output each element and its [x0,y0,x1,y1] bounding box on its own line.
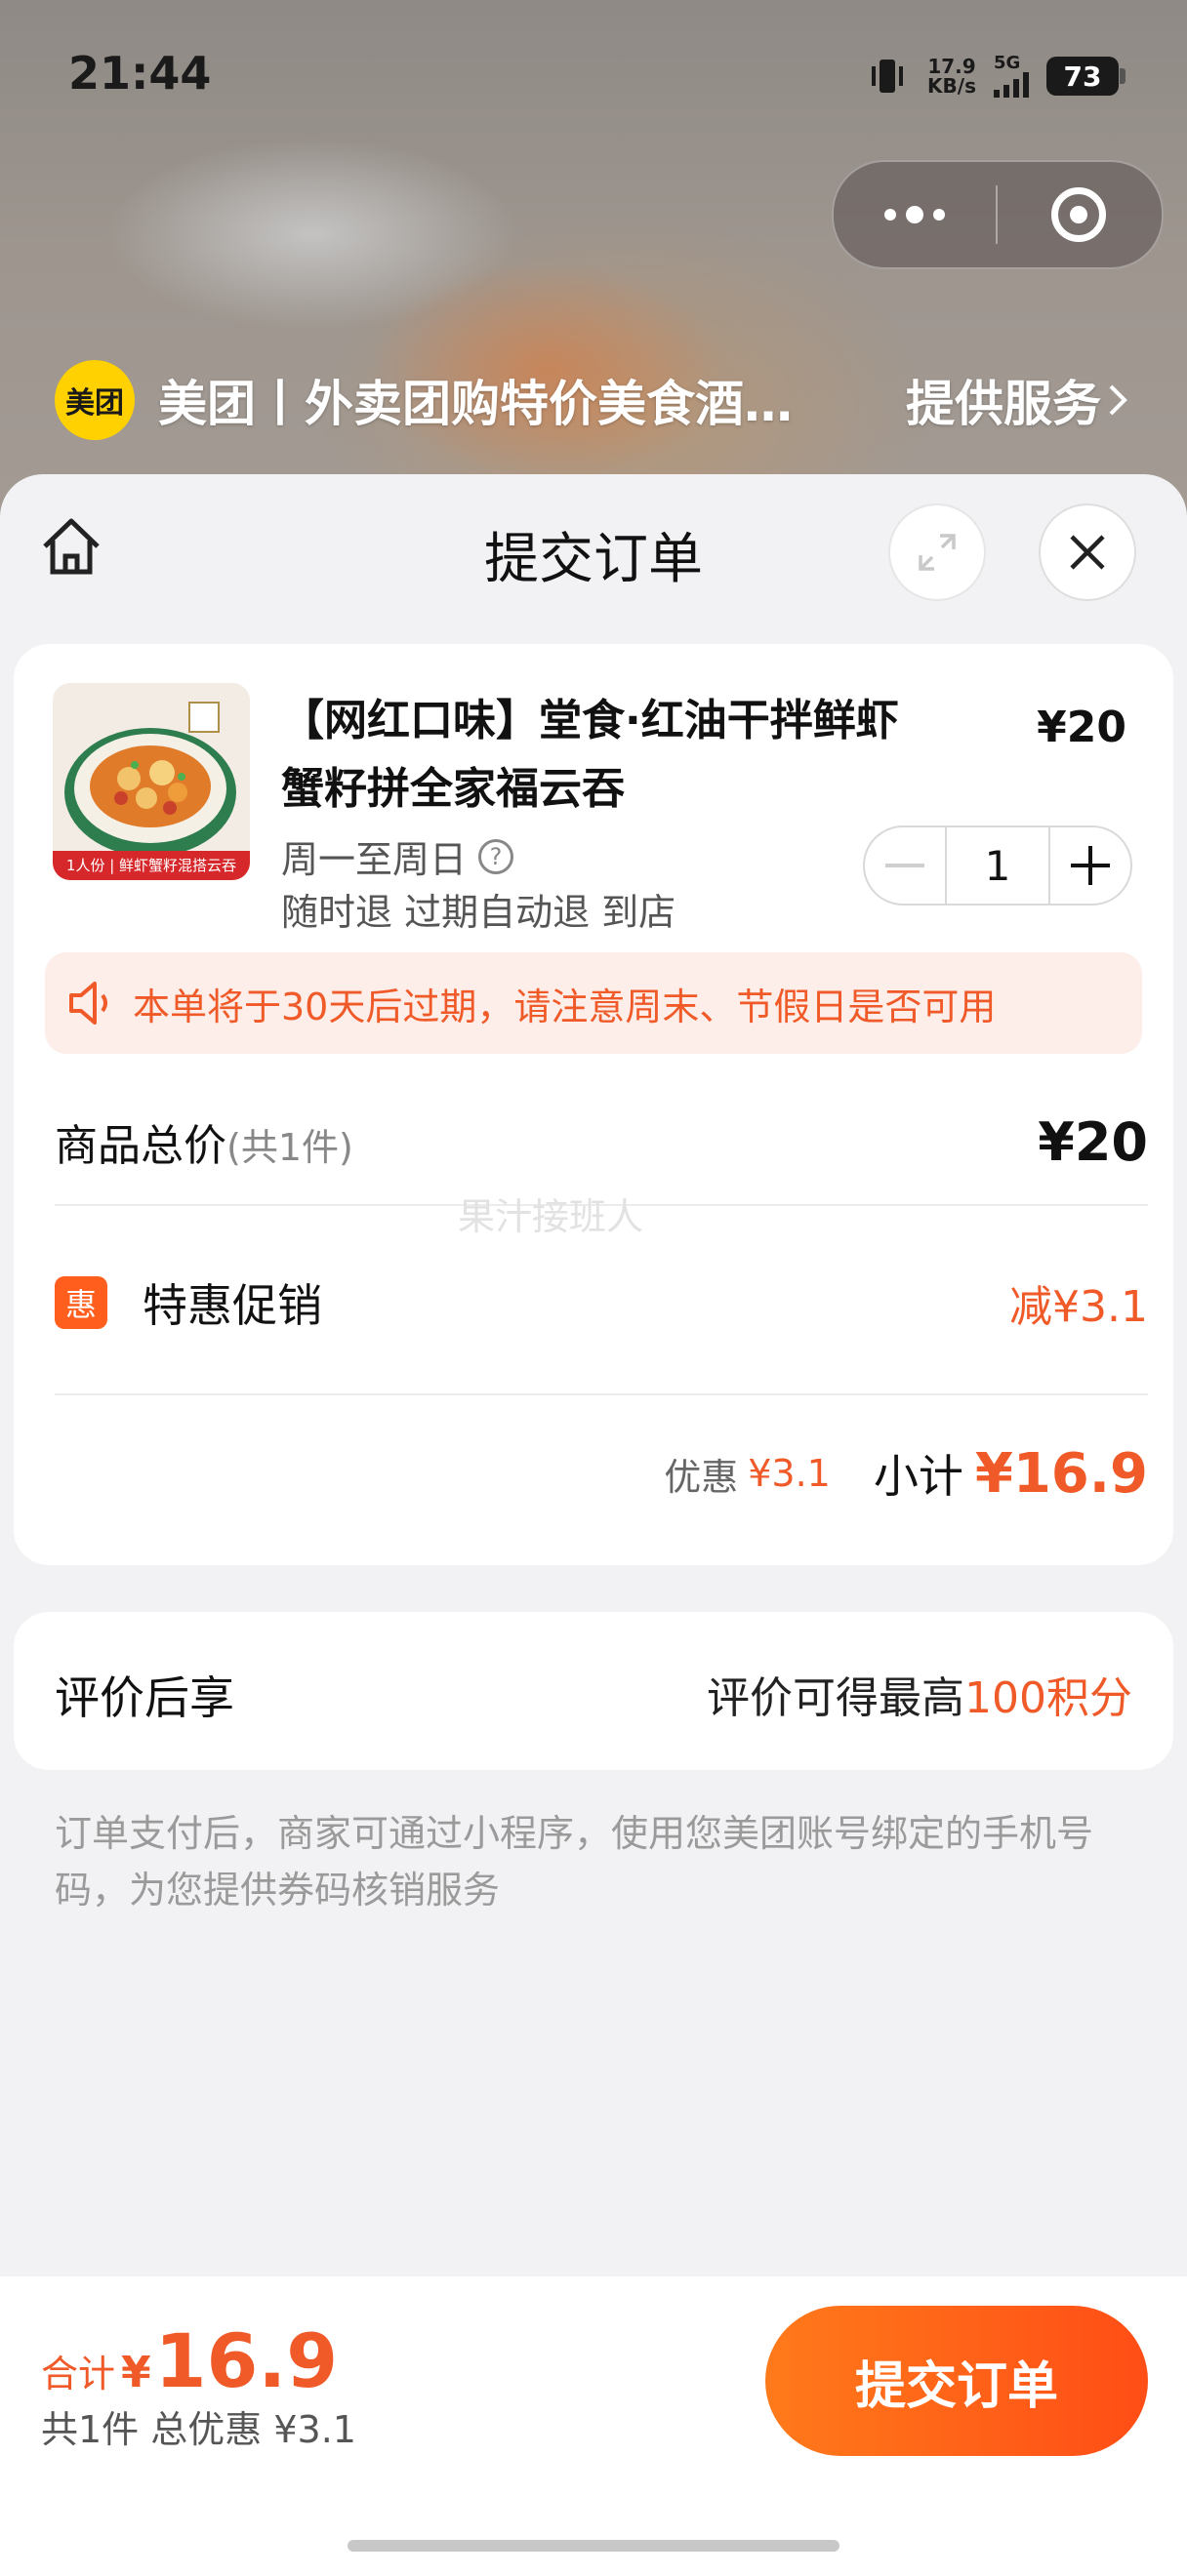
availability-days: 周一至周日 [281,838,468,881]
product-rules: 随时退 过期自动退 到店 [281,891,676,934]
target-icon[interactable] [998,162,1160,267]
page-title: 提交订单 [484,528,703,591]
quantity-stepper: 1 [863,825,1132,906]
notice-text: 本单将于30天后过期，请注意周末、节假日是否可用 [133,985,997,1028]
help-icon[interactable]: ? [478,838,514,874]
service-label: 提供服务 [906,376,1101,432]
status-bar: 21:44 17.9 KB/s 5G 73 [0,0,1187,146]
status-time: 21:44 [68,47,212,100]
net-speed: 17.9 KB/s [927,57,976,96]
product-title: 【网红口味】堂食·红油干拌鲜虾蟹籽拼全家福云吞 [281,696,899,814]
promo-row[interactable]: 惠 特惠促销 减¥3.1 [55,1249,1148,1356]
expiry-notice: 本单将于30天后过期，请注意周末、节假日是否可用 [45,952,1142,1054]
total-label: 商品总价(共1件) [55,1121,353,1171]
minus-icon [885,864,924,867]
meituan-logo: 美团 [55,360,135,440]
review-label: 评价后享 [55,1671,234,1724]
product-thumbnail: 1人份 | 鲜虾蟹籽混搭云吞 [53,683,250,880]
quantity-value[interactable]: 1 [945,827,1050,904]
sum-currency: ¥ [121,2348,151,2397]
total-price-row: 商品总价(共1件) ¥20 [55,1093,1148,1190]
merchant-name: 美团丨外卖团购特价美食酒… [158,376,793,432]
battery-icon: 73 [1046,57,1126,96]
divider [55,1393,1148,1395]
close-icon[interactable] [1039,503,1136,601]
sum-value: 16.9 [154,2317,339,2404]
order-total: 合计 ¥ 16.9 [41,2317,338,2404]
order-sheet: 提交订单 1人份 | 鲜虾蟹籽混搭云吞 【网红口味】堂食·红油干拌鲜虾蟹籽拼全家… [0,474,1187,2576]
increase-button[interactable] [1050,827,1130,904]
sum-label: 合计 [41,2353,116,2395]
nav-bar: 提交订单 [0,474,1187,630]
ellipsis-icon[interactable] [834,162,996,267]
signal-icon: 5G [994,55,1029,98]
status-icons: 17.9 KB/s 5G 73 [865,49,1126,103]
review-reward-prefix: 评价可得最高 [707,1673,965,1723]
watermark: 果汁接班人 [458,1195,644,1238]
chevron-right-icon [1109,384,1127,416]
subtotal-value: ¥16.9 [974,1441,1148,1506]
miniprogram-capsule [832,160,1164,269]
home-indicator[interactable] [348,2540,839,2552]
sum-detail: 共1件 总优惠 ¥3.1 [41,2408,356,2451]
vibrate-icon [865,57,910,96]
discount-label: 优惠 [664,1455,739,1499]
total-value: ¥20 [1038,1110,1148,1173]
promo-label: 特惠促销 [143,1279,322,1332]
subtotal-label: 小计 [873,1450,963,1503]
subtotal-row: 优惠 ¥3.1 小计 ¥16.9 [55,1425,1148,1522]
expand-icon[interactable] [888,503,986,601]
thumbnail-tag: 1人份 | 鲜虾蟹籽混搭云吞 [53,851,250,880]
speaker-icon [62,975,119,1031]
product-availability: 周一至周日 ? [281,829,514,883]
service-link[interactable]: 提供服务 [906,365,1128,435]
submit-order-button[interactable]: 提交订单 [765,2306,1148,2456]
discount-value: ¥3.1 [748,1452,831,1495]
promo-value: 减¥3.1 [1009,1282,1148,1332]
review-reward-points: 100积分 [964,1673,1132,1723]
bottom-bar: 合计 ¥ 16.9 共1件 总优惠 ¥3.1 提交订单 [0,2276,1187,2576]
promo-badge: 惠 [55,1276,107,1329]
order-card: 1人份 | 鲜虾蟹籽混搭云吞 【网红口味】堂食·红油干拌鲜虾蟹籽拼全家福云吞 ¥… [14,644,1173,1565]
product-price: ¥20 [1037,703,1126,752]
total-count: (共1件) [226,1126,353,1169]
plus-icon [1071,846,1110,885]
review-card: 评价后享 评价可得最高100积分 [14,1612,1173,1770]
review-reward: 评价可得最高100积分 [707,1663,1132,1725]
network-type: 5G [994,53,1021,73]
footnote: 订单支付后，商家可通过小程序，使用您美团账号绑定的手机号码，为您提供券码核销服务 [55,1812,1094,1912]
decrease-button[interactable] [865,827,945,904]
net-speed-unit: KB/s [927,74,976,98]
merchant-row: 美团 美团丨外卖团购特价美食酒… 提供服务 [55,359,1128,441]
